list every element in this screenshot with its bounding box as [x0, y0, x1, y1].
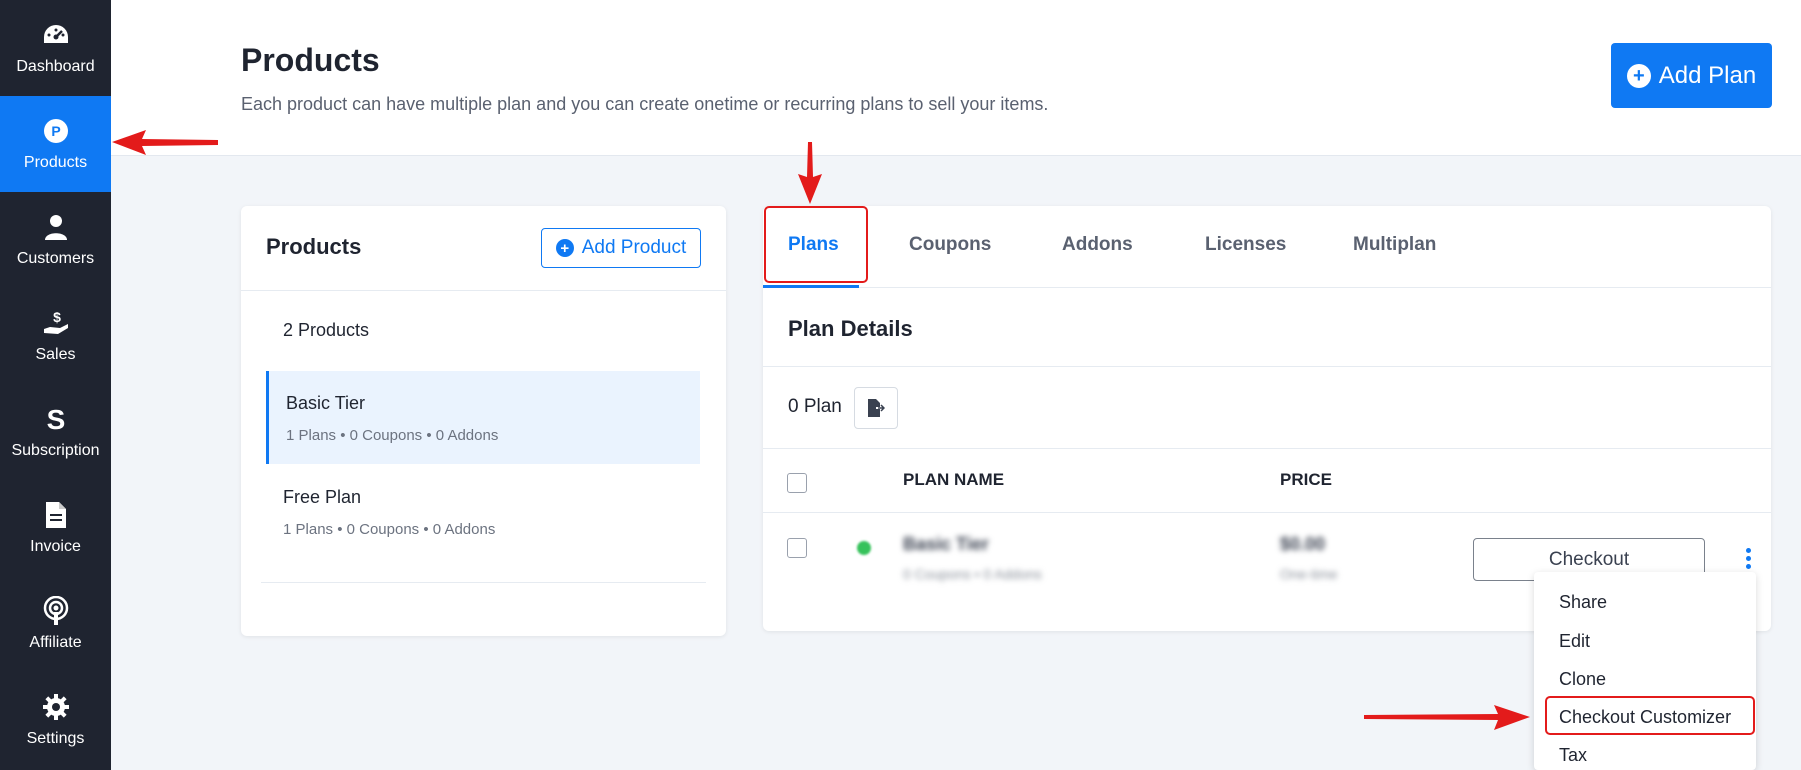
tab-addons[interactable]: Addons: [1062, 234, 1133, 256]
divider: [763, 366, 1771, 367]
document-icon: [41, 500, 71, 530]
annotation-highlight-checkout-customizer: [1545, 696, 1755, 735]
column-header-price: PRICE: [1280, 470, 1332, 489]
product-meta: 1 Plans • 0 Coupons • 0 Addons: [283, 521, 496, 538]
add-product-button[interactable]: + Add Product: [541, 228, 701, 268]
product-item-free-plan[interactable]: Free Plan 1 Plans • 0 Coupons • 0 Addons: [266, 465, 700, 558]
sidebar-item-label: Customers: [16, 250, 95, 267]
sidebar-item-label: Products: [23, 154, 88, 171]
add-plan-label: Add Plan: [1658, 61, 1757, 89]
subscription-s-icon: S: [41, 404, 71, 434]
sidebar-item-products[interactable]: P Products: [0, 96, 111, 192]
add-product-label: Add Product: [581, 237, 687, 258]
more-options-icon[interactable]: [1746, 548, 1752, 570]
annotation-arrow-right-icon: [1364, 705, 1530, 730]
plans-panel: Plans Coupons Addons Licenses Multiplan …: [763, 206, 1771, 631]
active-tab-underline: [763, 285, 859, 288]
plan-meta: 0 Coupons • 0 Addons: [903, 566, 1042, 582]
column-header-plan-name: PLAN NAME: [903, 470, 1005, 489]
plans-tabs: Plans Coupons Addons Licenses Multiplan: [763, 206, 1771, 288]
sidebar-item-label: Settings: [26, 730, 85, 747]
tab-licenses[interactable]: Licenses: [1205, 234, 1286, 256]
page-subtitle: Each product can have multiple plan and …: [241, 94, 1049, 114]
sidebar: Dashboard P Products Customers $ Sales S…: [0, 0, 111, 770]
product-name: Free Plan: [283, 487, 362, 507]
divider: [763, 512, 1771, 513]
dashboard-gauge-icon: [41, 20, 71, 50]
plan-name: Basic Tier: [903, 534, 989, 554]
divider: [241, 290, 726, 291]
user-icon: [41, 212, 71, 242]
products-count: 2 Products: [283, 320, 370, 340]
annotation-arrow-left-icon: [112, 130, 218, 155]
section-title: Plan Details: [788, 316, 913, 341]
export-button[interactable]: [854, 387, 898, 429]
plus-circle-icon: +: [555, 239, 574, 257]
hand-dollar-icon: $: [41, 308, 71, 338]
plan-price: $0.00: [1280, 534, 1326, 554]
sidebar-item-label: Subscription: [11, 442, 100, 459]
tab-multiplan[interactable]: Multiplan: [1353, 234, 1436, 256]
sidebar-item-dashboard[interactable]: Dashboard: [0, 0, 111, 96]
page-title: Products: [241, 42, 380, 78]
sidebar-item-label: Invoice: [30, 538, 81, 555]
gear-icon: [41, 692, 71, 722]
status-dot: [857, 541, 871, 555]
select-all-checkbox[interactable]: [787, 473, 807, 493]
plus-circle-icon: +: [1626, 63, 1651, 88]
menu-item-tax[interactable]: Tax: [1559, 745, 1587, 766]
add-plan-button[interactable]: + Add Plan: [1611, 43, 1772, 108]
products-p-icon: P: [41, 116, 71, 146]
sidebar-item-sales[interactable]: $ Sales: [0, 288, 111, 384]
broadcast-icon: [41, 596, 71, 626]
svg-text:$: $: [53, 309, 61, 325]
menu-item-clone[interactable]: Clone: [1559, 669, 1606, 690]
sidebar-item-subscription[interactable]: S Subscription: [0, 384, 111, 480]
sidebar-item-label: Sales: [35, 346, 76, 363]
tab-coupons[interactable]: Coupons: [909, 234, 991, 256]
divider: [763, 448, 1771, 449]
sidebar-item-settings[interactable]: Settings: [0, 672, 111, 768]
sidebar-item-label: Affiliate: [29, 634, 82, 651]
product-name: Basic Tier: [286, 393, 366, 413]
sidebar-item-affiliate[interactable]: Affiliate: [0, 576, 111, 672]
annotation-highlight-plans-tab: [764, 206, 868, 283]
products-panel-title: Products: [266, 234, 362, 259]
plan-price-type: One-time: [1280, 566, 1338, 582]
divider: [261, 582, 706, 583]
sidebar-item-label: Dashboard: [16, 58, 95, 75]
product-item-basic-tier[interactable]: Basic Tier 1 Plans • 0 Coupons • 0 Addon…: [266, 371, 700, 464]
plan-count: 0 Plan: [788, 396, 842, 417]
menu-item-share[interactable]: Share: [1559, 592, 1607, 613]
page-header: Products Each product can have multiple …: [111, 0, 1801, 156]
products-panel: Products + Add Product 2 Products Basic …: [241, 206, 726, 636]
svg-text:S: S: [46, 405, 65, 433]
sidebar-item-invoice[interactable]: Invoice: [0, 480, 111, 576]
product-meta: 1 Plans • 0 Coupons • 0 Addons: [286, 427, 499, 444]
sidebar-item-customers[interactable]: Customers: [0, 192, 111, 288]
annotation-arrow-down-icon: [798, 142, 822, 204]
export-icon: [868, 399, 885, 417]
menu-item-edit[interactable]: Edit: [1559, 631, 1590, 652]
plan-actions-menu: Share Edit Clone Checkout Customizer Tax: [1534, 572, 1756, 770]
svg-text:P: P: [51, 123, 60, 139]
row-checkbox[interactable]: [787, 538, 807, 558]
